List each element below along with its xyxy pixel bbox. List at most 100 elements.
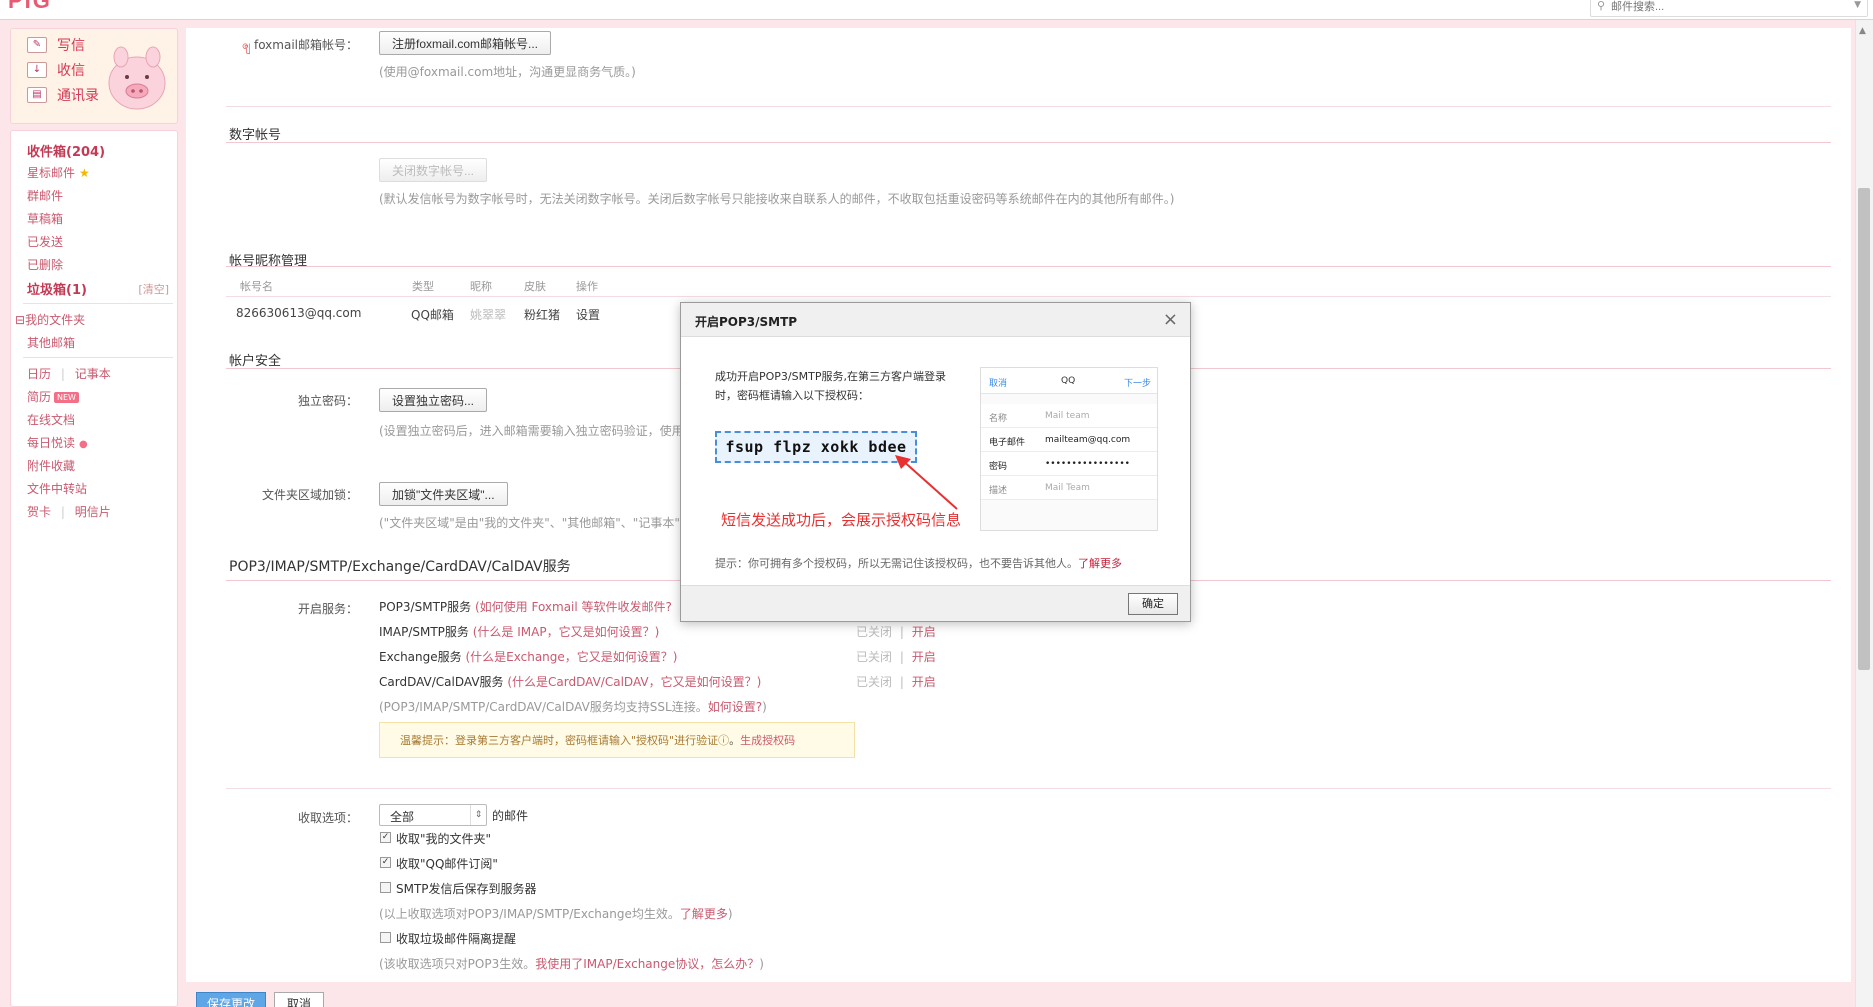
register-foxmail-button[interactable]: 注册foxmail.com邮箱帐号... [379, 31, 552, 55]
imap-exchange-link[interactable]: 我使用了IMAP/Exchange协议，怎么办？ [535, 957, 759, 971]
help-icon[interactable]: ⓘ [718, 734, 729, 747]
separator: | [60, 505, 65, 519]
logo[interactable]: PIG [8, 0, 52, 14]
dialog-message: 成功开启POP3/SMTP服务,在第三方客户端登录时，密码框请输入以下授权码： [715, 370, 946, 402]
docs-link[interactable]: 在线文档 [27, 411, 75, 428]
imap-status: 已关闭 | 开启 [856, 623, 936, 640]
contacts-button[interactable]: ▤ 通讯录 [27, 85, 99, 105]
phone-header: 取消 QQ 下一步 [981, 368, 1157, 394]
service-name: POP3/SMTP服务 [379, 600, 472, 614]
col-action: 操作 [576, 280, 598, 293]
inbox-button[interactable]: ↓ 收信 [27, 60, 85, 80]
compose-button[interactable]: ✎ 写信 [27, 35, 85, 55]
my-folders[interactable]: ⊟我的文件夹 [15, 311, 85, 328]
service-name: Exchange服务 [379, 650, 462, 664]
folder-drafts[interactable]: 草稿箱 [27, 210, 63, 227]
my-folders-label: 我的文件夹 [25, 313, 86, 327]
action-bar: 保存更改 取消 [186, 982, 1851, 1007]
phone-preview: 取消 QQ 下一步 名称 Mail team 电子邮件 mailteam@qq.… [980, 367, 1158, 531]
account-skin: 粉红猪 [524, 308, 561, 322]
opt-subscribe-label: 收取"QQ邮件订阅" [396, 857, 498, 871]
receive-hint2: (该收取选项只对POP3生效。我使用了IMAP/Exchange协议，怎么办？) [379, 955, 764, 972]
service-help-link[interactable]: (如何使用 Foxmail 等软件收发邮件? [475, 600, 672, 614]
status-label: 已关闭 [856, 675, 893, 689]
folder-spam[interactable]: 垃圾箱(1) [27, 279, 87, 298]
cards-link[interactable]: 贺卡 [27, 505, 51, 519]
contacts-icon: ▤ [27, 87, 47, 103]
inbox-label: 收信 [57, 63, 85, 79]
folder-lock-hint: ("文件夹区域"是由"我的文件夹"、"其他邮箱"、"记事本" [379, 516, 680, 530]
learn-more-link[interactable]: 了解更多 [680, 907, 728, 921]
folder-group[interactable]: 群邮件 [27, 187, 63, 204]
separator: | [899, 650, 904, 664]
opt-subscribe-checkbox[interactable]: ✓ [380, 857, 391, 868]
search-input[interactable] [1611, 0, 1841, 14]
folder-inbox[interactable]: 收件箱(204) [27, 141, 105, 160]
mail-search[interactable]: ⚲ ▼ [1590, 0, 1868, 17]
account-nick: 姚翠翠 [470, 308, 507, 322]
dialog-header: 开启POP3/SMTP × [681, 303, 1190, 337]
enable-exchange-link[interactable]: 开启 [912, 650, 936, 664]
dialog-learn-more[interactable]: 了解更多 [1078, 557, 1122, 570]
opt-smtp-save-checkbox[interactable] [380, 882, 391, 893]
auth-code[interactable]: fsup flpz xokk bdee [715, 431, 917, 463]
confirm-button[interactable]: 确定 [1128, 593, 1178, 615]
divider [226, 142, 1831, 143]
expand-icon[interactable]: ⊟ [15, 313, 25, 327]
other-mail[interactable]: 其他邮箱 [27, 334, 75, 351]
close-icon[interactable]: × [1163, 309, 1178, 330]
transfer-link[interactable]: 文件中转站 [27, 480, 87, 497]
clear-spam-link[interactable]: [清空] [138, 281, 169, 297]
folder-deleted[interactable]: 已删除 [27, 256, 63, 273]
attachments-link[interactable]: 附件收藏 [27, 457, 75, 474]
service-pop3: POP3/SMTP服务 (如何使用 Foxmail 等软件收发邮件? [379, 598, 672, 615]
service-help-link[interactable]: (什么是CardDAV/CalDAV，它又是如何设置？) [507, 675, 761, 689]
folder-lock-label: 文件夹区域加锁： [261, 488, 358, 502]
pwd-hint: (设置独立密码后，进入邮箱需要输入独立密码验证，使用 [379, 424, 684, 438]
receive-hint2-close: ) [759, 957, 764, 971]
enable-imap-link[interactable]: 开启 [912, 625, 936, 639]
ssl-hint-text: (POP3/IMAP/SMTP/CardDAV/CalDAV服务均支持SSL连接… [379, 700, 708, 714]
scrollbar[interactable]: ▲ [1855, 20, 1873, 1007]
scroll-up-icon[interactable]: ▲ [1859, 26, 1866, 36]
row-key: 名称 [989, 414, 1008, 424]
save-button[interactable]: 保存更改 [196, 992, 267, 1007]
row-value: Mail Team [1045, 483, 1090, 493]
pencil-icon: ✎ [27, 37, 47, 53]
phone-row-email: 电子邮件 mailteam@qq.com [981, 428, 1157, 452]
generate-code-link[interactable]: 生成授权码 [740, 734, 795, 747]
receive-label: 收取选项： [297, 811, 358, 825]
resume-link[interactable]: 简历 NEW [27, 388, 79, 405]
close-digital-button[interactable]: 关闭数字帐号... [379, 158, 488, 182]
notes-link[interactable]: 记事本 [75, 367, 111, 381]
receive-hint2-text: (该收取选项只对POP3生效。 [379, 957, 536, 971]
dialog-title: 开启POP3/SMTP [695, 315, 798, 329]
chevron-down-icon[interactable]: ▼ [1854, 0, 1861, 10]
set-password-button[interactable]: 设置独立密码... [379, 388, 488, 412]
receive-select[interactable]: 全部 ⇕ [379, 804, 487, 826]
service-help-link[interactable]: (什么是Exchange，它又是如何设置？) [465, 650, 677, 664]
service-help-link[interactable]: (什么是 IMAP，它又是如何设置？) [473, 625, 660, 639]
col-account: 帐号名 [240, 280, 273, 293]
lock-folder-button[interactable]: 加锁"文件夹区域"... [379, 482, 508, 506]
opt-my-folders-checkbox[interactable]: ✓ [380, 832, 391, 843]
folder-starred[interactable]: 星标邮件 ★ [27, 164, 90, 181]
opt-spam-checkbox[interactable] [380, 932, 391, 943]
service-imap: IMAP/SMTP服务 (什么是 IMAP，它又是如何设置？) [379, 623, 659, 640]
calendar-link[interactable]: 日历 [27, 367, 51, 381]
select-value: 全部 [390, 810, 415, 824]
star-icon: ★ [79, 166, 90, 180]
enable-carddav-link[interactable]: 开启 [912, 675, 936, 689]
daily-link[interactable]: 每日悦读 ● [27, 434, 88, 451]
folder-sent[interactable]: 已发送 [27, 233, 63, 250]
account-settings-link[interactable]: 设置 [576, 306, 600, 323]
foxmail-icon: ၛ [241, 38, 251, 52]
phone-row-name: 名称 Mail team [981, 404, 1157, 428]
scrollbar-thumb[interactable] [1858, 188, 1870, 670]
phone-row-password: 密码 •••••••••••••••• [981, 452, 1157, 476]
receive-hint1: (以上收取选项对POP3/IMAP/SMTP/Exchange均生效。了解更多) [379, 905, 733, 922]
cancel-button[interactable]: 取消 [274, 992, 325, 1007]
postcard-link[interactable]: 明信片 [75, 505, 111, 519]
pop3-smtp-dialog: 开启POP3/SMTP × 成功开启POP3/SMTP服务,在第三方客户端登录时… [680, 302, 1191, 622]
ssl-how-link[interactable]: 如何设置? [708, 700, 762, 714]
